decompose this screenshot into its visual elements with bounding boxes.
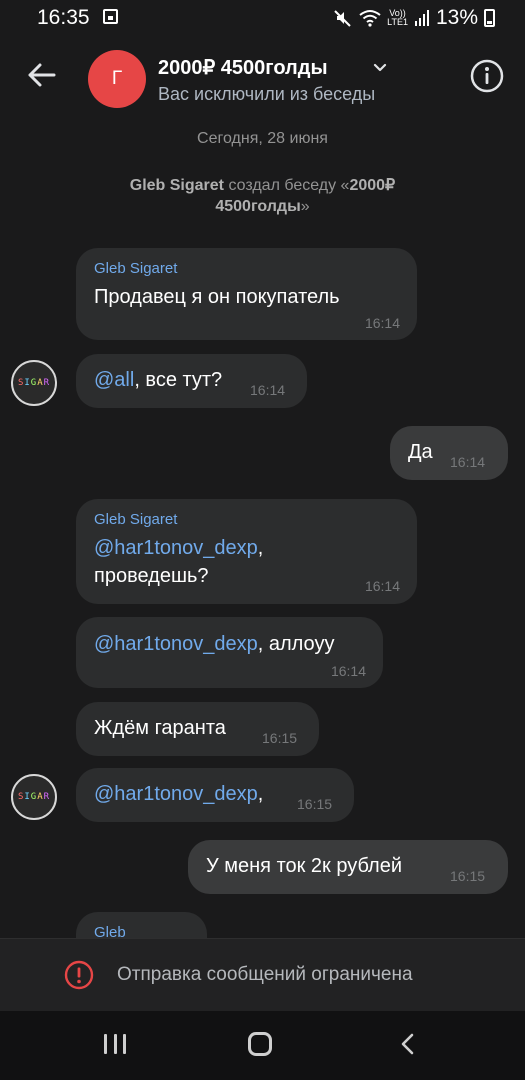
message-text-line2: проведешь? [94,565,209,587]
nav-recents-icon[interactable] [104,1034,126,1054]
restricted-message: Отправка сообщений ограничена [117,964,413,985]
user-avatar[interactable]: SIGAR [11,774,57,820]
back-arrow-icon[interactable] [24,58,58,92]
message-time: 16:15 [297,796,333,812]
battery-percent: 13% [435,6,478,29]
message-bubble-outgoing[interactable]: У меня ток 2к рублей 16:15 [188,840,508,894]
nav-home-icon[interactable] [248,1032,272,1056]
message-text: @har1tonov_dexp, [94,783,264,805]
volte-indicator: Vo)) LTE1 [387,8,408,27]
chat-subtitle: Вас исключили из беседы [158,84,376,104]
message-bubble[interactable]: Gleb Sigaret Продавец я он покупатель 16… [76,248,417,340]
message-time: 16:14 [250,382,286,398]
chat-title[interactable]: 2000₽ 4500голды [158,55,328,80]
chevron-down-icon[interactable] [372,59,388,75]
message-time: 16:15 [262,730,298,746]
message-text: Да [408,441,433,463]
notification-icon [103,9,118,24]
status-bar: 16:35 Vo)) LTE1 13% [0,0,525,36]
mention-link[interactable]: @har1tonov_dexp [94,783,258,805]
battery-icon [484,9,495,27]
message-bubble[interactable]: @har1tonov_dexp, аллоуу 16:14 [76,617,383,688]
message-text: У меня ток 2к рублей [206,855,403,877]
message-text: @har1tonov_dexp, [94,537,264,559]
date-separator: Сегодня, 28 июня [197,130,328,147]
message-time: 16:14 [450,454,486,470]
user-avatar[interactable]: SIGAR [11,360,57,406]
nav-back-icon[interactable] [397,1032,419,1056]
service-author[interactable]: Gleb Sigaret [130,177,224,194]
chat-avatar[interactable]: Г [88,50,146,108]
message-text: Продавец я он покупатель [94,286,340,308]
mention-link[interactable]: @har1tonov_dexp [94,537,258,559]
info-icon[interactable] [470,59,504,93]
message-sender[interactable]: Gleb Sigaret [94,511,177,528]
service-message: Gleb Sigaret создал беседу «2000₽ 4500го… [129,177,396,215]
mention-link[interactable]: @all [94,369,134,391]
mention-link[interactable]: @har1tonov_dexp [94,633,258,655]
warning-icon [64,960,94,990]
message-bubble-outgoing[interactable]: Да 16:14 [390,426,508,480]
message-text: @har1tonov_dexp, аллоуу [94,633,335,655]
message-time: 16:14 [364,578,400,594]
message-text: Ждём гаранта [94,717,226,739]
message-time: 16:14 [364,315,400,331]
message-sender[interactable]: Gleb Sigaret [94,260,177,277]
signal-icon [414,10,429,26]
message-bubble[interactable]: Gleb Sigaret @har1tonov_dexp, проведешь?… [76,499,417,604]
message-bubble[interactable]: @har1tonov_dexp, 16:15 [76,768,354,822]
message-time: 16:15 [450,868,486,884]
message-time: 16:14 [330,663,366,679]
wifi-icon [359,10,381,27]
status-time: 16:35 [37,6,90,29]
message-text: @all, все тут? [94,369,223,391]
message-bubble[interactable]: @all, все тут? 16:14 [76,354,307,408]
status-icons: Vo)) LTE1 13% [333,6,495,30]
mute-icon [334,10,351,27]
message-bubble[interactable]: Ждём гаранта 16:15 [76,702,319,756]
